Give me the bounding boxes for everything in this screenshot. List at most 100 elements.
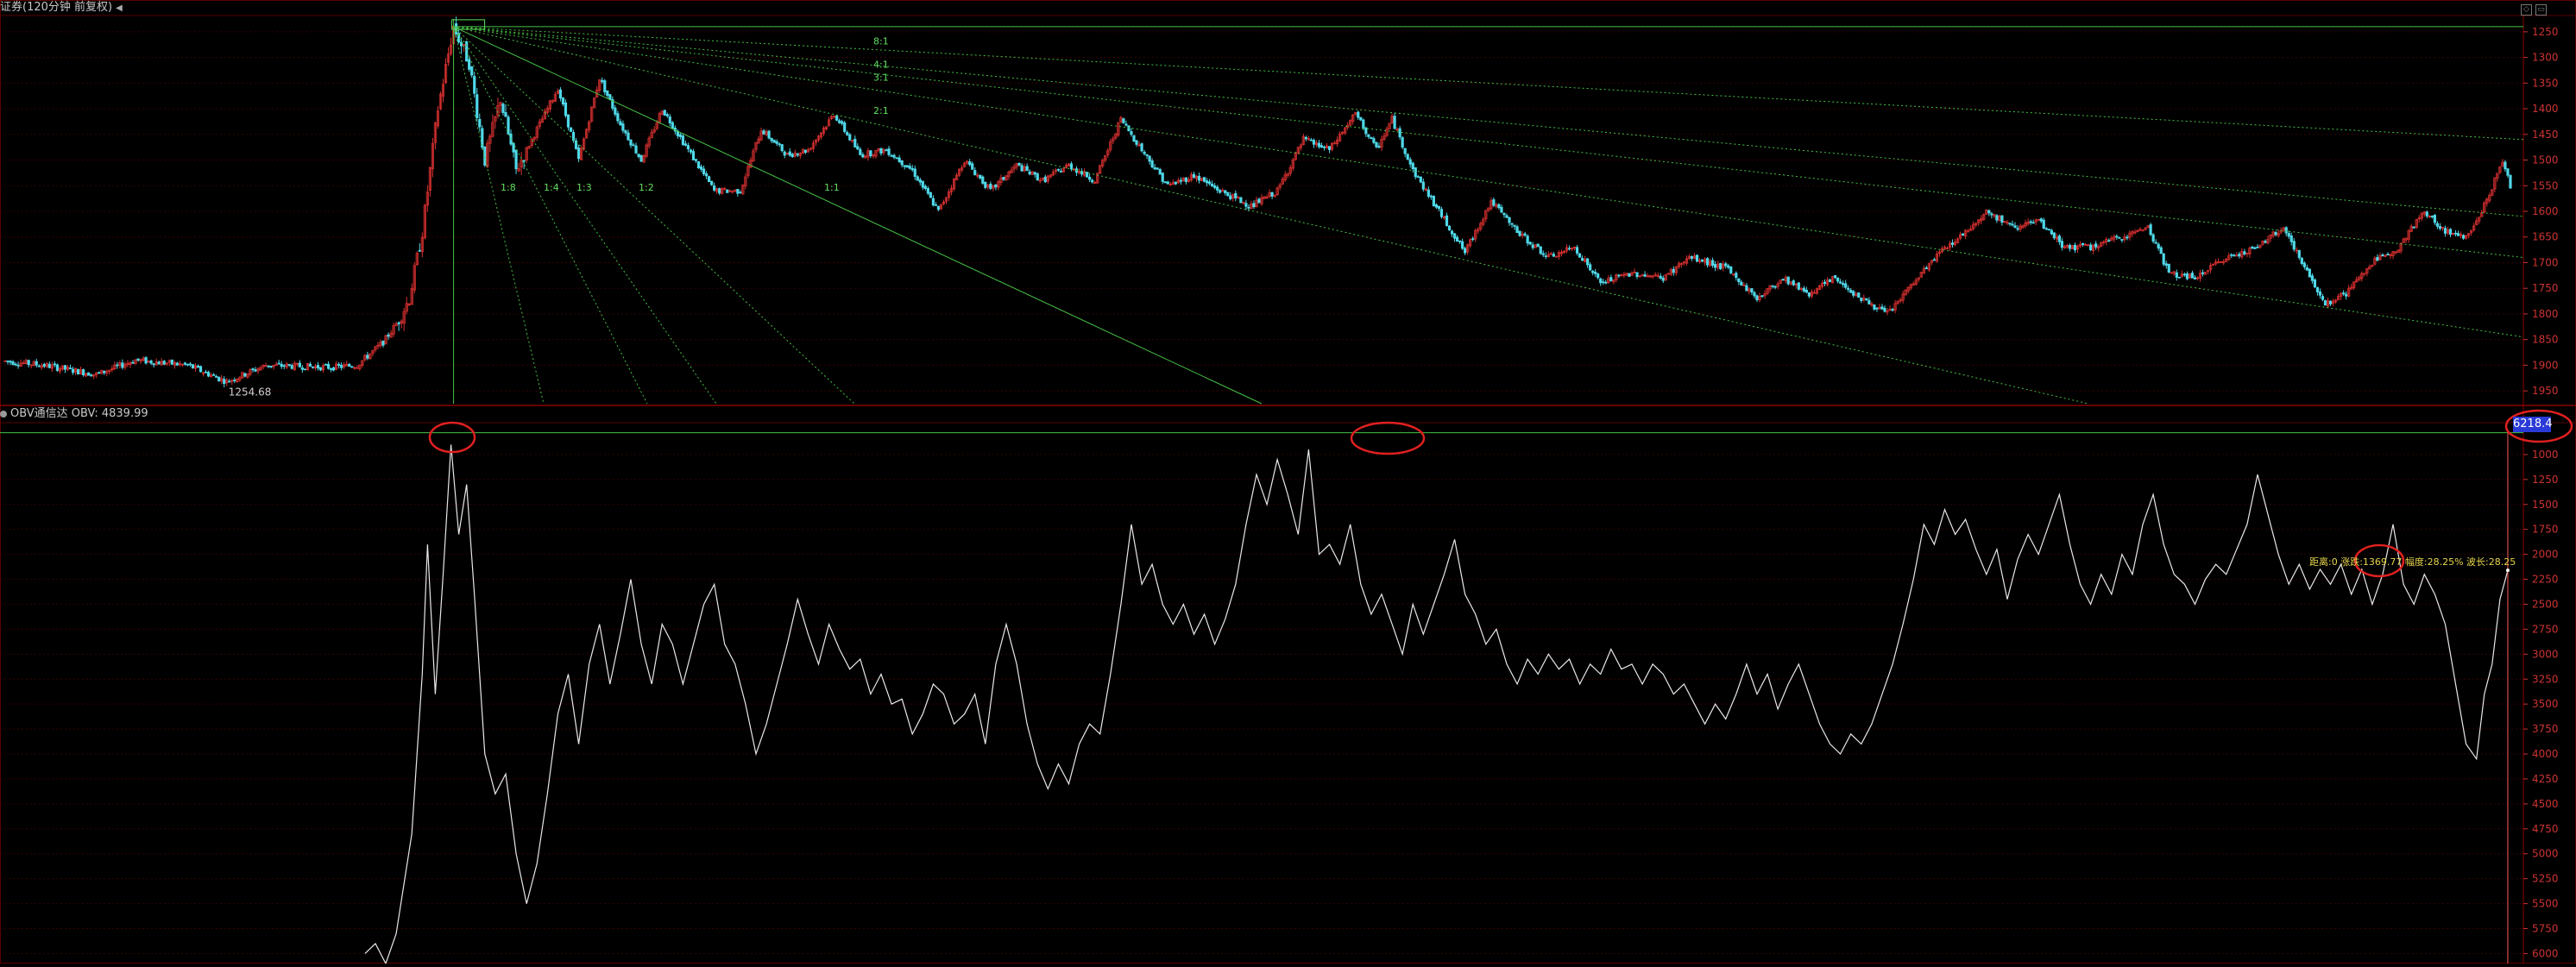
restore-icon[interactable]: ◇: [2521, 4, 2532, 16]
collapse-triangle-icon[interactable]: ◀: [116, 3, 123, 13]
candle-body: [152, 363, 155, 366]
stock-chart-window[interactable]: 1254.68 8:1 4:1 3:1 2:1 1:8 1:4 1:3 1:2 1:1 1950…: [0, 0, 2576, 965]
candle-body: [1434, 204, 1439, 208]
candle-body: [702, 168, 706, 175]
gann-ratio-label: 3:1: [873, 72, 889, 83]
candle-body: [1797, 282, 1800, 290]
candle-body: [2107, 240, 2111, 242]
candle-body: [1773, 286, 1777, 288]
candle-body: [1987, 210, 1991, 214]
candle-body: [1865, 298, 1868, 301]
candle-body: [2151, 234, 2155, 242]
candle-body: [2052, 232, 2056, 239]
candle-body: [318, 367, 323, 371]
obv-tick-label: 4000: [2532, 748, 2559, 760]
candle-body: [121, 362, 124, 368]
candle-body: [1408, 159, 1412, 165]
candle-body: [1635, 272, 1639, 278]
candle-body: [1333, 142, 1337, 145]
candle-body: [1140, 143, 1143, 152]
candle-body: [796, 154, 799, 156]
candle-body: [1156, 167, 1159, 170]
candle-body: [905, 165, 909, 168]
candle-body: [2321, 296, 2325, 300]
candle-body: [619, 121, 622, 126]
candle-body: [512, 142, 515, 153]
candle-body: [1591, 270, 1595, 273]
candle-body: [1873, 304, 1876, 310]
candle-body: [2159, 247, 2163, 254]
gann-fan-line: [453, 26, 2524, 338]
candle-body: [162, 361, 166, 365]
price-tick-label: 1500: [2532, 154, 2559, 166]
candle-body: [1700, 259, 1704, 262]
candle-body: [621, 123, 625, 131]
candle-body: [267, 365, 270, 367]
candle-body: [1724, 263, 1728, 267]
candle-body: [856, 146, 860, 150]
highlight-circle: [428, 421, 476, 454]
candle-body: [691, 151, 696, 160]
candle-body: [1452, 233, 1457, 239]
candle-body: [207, 372, 211, 377]
candle-body: [639, 154, 643, 162]
candle-body: [1740, 281, 1743, 286]
candle-body: [1875, 307, 1879, 310]
candle-body: [629, 139, 633, 146]
candle-body: [1672, 268, 1675, 273]
candle-body: [468, 59, 471, 70]
candle-body: [397, 322, 400, 324]
candle-body: [838, 120, 841, 123]
maximize-icon[interactable]: ▭: [2535, 4, 2547, 16]
low-price-label: 1254.68: [229, 386, 272, 398]
candle-body: [898, 157, 901, 162]
candle-body: [2462, 235, 2466, 239]
price-tick-label: 1250: [2532, 26, 2559, 38]
indicator-dot-icon[interactable]: [0, 410, 7, 418]
candle-body: [1745, 285, 1748, 292]
candle-body: [1628, 273, 1631, 277]
candle-body: [1153, 166, 1156, 170]
candle-body: [366, 355, 369, 359]
candle-body: [2509, 174, 2512, 189]
candle-body: [1216, 186, 1219, 191]
obv-tick-label: 5000: [2532, 848, 2559, 860]
candle-body: [968, 161, 972, 166]
candle-body: [16, 364, 20, 367]
highlight-circle: [1350, 421, 1426, 455]
candle-body: [1028, 171, 1031, 175]
candle-body: [921, 180, 924, 188]
candle-body: [1609, 277, 1613, 282]
obv-tick-label: 1500: [2532, 499, 2559, 511]
candle-body: [1497, 204, 1501, 209]
candle-body: [1432, 196, 1435, 207]
candle-body: [1327, 146, 1332, 150]
price-tick-label: 1950: [2532, 385, 2559, 397]
candle-body: [696, 160, 701, 169]
candle-body: [1143, 151, 1146, 154]
candle-body: [665, 114, 669, 116]
price-tick-label: 1600: [2532, 205, 2559, 217]
candle-body: [713, 185, 716, 191]
gann-ratio-label: 1:1: [824, 182, 840, 193]
candle-body: [1403, 148, 1407, 154]
candle-body: [979, 174, 982, 179]
candle-body: [835, 116, 839, 121]
candle-body: [90, 374, 93, 377]
candle-body: [1727, 265, 1730, 268]
candle-body: [1192, 173, 1196, 179]
candle-body: [1711, 260, 1715, 267]
candle-body: [324, 363, 328, 366]
candle-body: [2081, 242, 2085, 246]
bottom-panel-title: OBV通信达 OBV: 4839.99: [0, 407, 148, 421]
candle-body: [981, 176, 985, 184]
candle-body: [1842, 283, 1845, 286]
candle-body: [1406, 154, 1409, 160]
candle-body: [929, 192, 932, 198]
chart-canvas[interactable]: 1254.68 8:1 4:1 3:1 2:1 1:8 1:4 1:3 1:2 1:1 1950…: [0, 0, 2576, 965]
obv-tick-label: 1000: [2532, 449, 2559, 461]
candle-body: [1033, 172, 1036, 175]
candle-body: [2504, 161, 2507, 170]
obv-tick-label: 2500: [2532, 598, 2559, 610]
candle-body: [2182, 273, 2186, 276]
